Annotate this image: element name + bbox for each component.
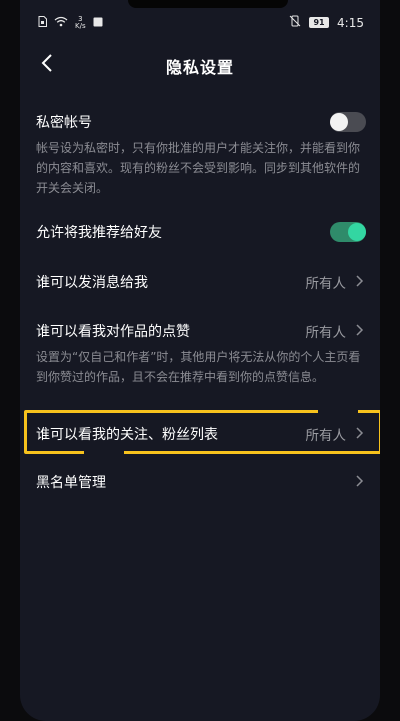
who-can-see-likes-value: 所有人	[305, 325, 347, 341]
wifi-icon	[54, 16, 68, 30]
chevron-right-icon	[354, 273, 366, 287]
toggle-knob	[330, 113, 348, 131]
network-speed: 3 K/s	[75, 15, 86, 30]
vibrate-mute-icon	[289, 15, 301, 30]
setting-who-can-message[interactable]: 谁可以发消息给我 所有人	[36, 272, 366, 296]
who-can-message-value: 所有人	[305, 276, 347, 292]
camera-notch	[128, 0, 288, 8]
toggle-knob	[348, 223, 366, 241]
notification-icon	[93, 16, 103, 30]
blacklist-label: 黑名单管理	[36, 475, 106, 491]
status-bar: 3 K/s 91 4:15	[20, 12, 380, 36]
private-account-label: 私密帐号	[36, 115, 92, 131]
page-title: 隐私设置	[165, 58, 234, 77]
chevron-right-icon	[354, 322, 366, 336]
highlight-annotation-box	[24, 410, 380, 454]
nav-bar: 隐私设置	[20, 48, 380, 82]
chevron-right-icon	[354, 473, 366, 487]
setting-who-can-see-likes[interactable]: 谁可以看我对作品的点赞 所有人 设置为“仅自己和作者”时，其他用户将无法从你的个…	[36, 321, 366, 397]
setting-private-account: 私密帐号 帐号设为私密时，只有你批准的用户才能关注你，并能看到你的内容和喜欢。现…	[36, 112, 366, 195]
setting-recommend-to-friends: 允许将我推荐给好友	[36, 222, 366, 246]
who-can-see-likes-description: 设置为“仅自己和作者”时，其他用户将无法从你的个人主页看到你赞过的作品，且不会在…	[36, 350, 361, 384]
screen: 3 K/s 91 4:15 隐私设置 私密帐号 帐号设为私密时，只有你批准的用户…	[20, 0, 380, 721]
recommend-to-friends-label: 允许将我推荐给好友	[36, 225, 162, 241]
highlight-gap	[84, 451, 124, 457]
highlight-gap	[318, 408, 358, 414]
private-account-toggle[interactable]	[330, 112, 366, 132]
sim-icon	[38, 16, 47, 30]
recommend-to-friends-toggle[interactable]	[330, 222, 366, 242]
battery-icon: 91	[309, 17, 330, 28]
setting-blacklist[interactable]: 黑名单管理	[36, 472, 366, 496]
private-account-description: 帐号设为私密时，只有你批准的用户才能关注你，并能看到你的内容和喜欢。现有的粉丝不…	[36, 141, 361, 195]
clock: 4:15	[337, 15, 364, 30]
phone-frame: 3 K/s 91 4:15 隐私设置 私密帐号 帐号设为私密时，只有你批准的用户…	[0, 0, 400, 721]
